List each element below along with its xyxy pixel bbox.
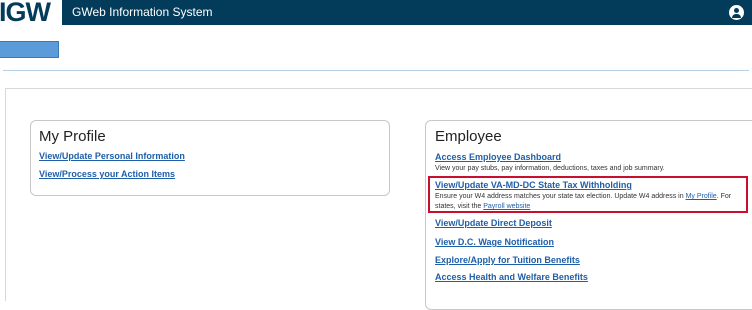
user-icon-head [734,8,739,13]
tax-desc-text3: states, visit the [435,203,484,210]
employee-title: Employee [435,128,502,145]
divider-line [3,70,749,71]
user-icon[interactable] [729,5,744,20]
tax-description-line2: states, visit the Payroll website [435,202,530,211]
logo-text: IGW [0,0,51,25]
top-bar: IGW GWeb Information System [0,0,752,25]
menu-button[interactable] [0,41,59,58]
view-update-direct-deposit-link[interactable]: View/Update Direct Deposit [435,218,552,229]
tax-description-line1: Ensure your W4 address matches your stat… [435,192,731,201]
my-profile-link[interactable]: My Profile [686,193,717,200]
tax-desc-text1: Ensure your W4 address matches your stat… [435,193,686,200]
state-tax-withholding-link[interactable]: View/Update VA-MD-DC State Tax Withholdi… [435,180,632,191]
explore-tuition-benefits-link[interactable]: Explore/Apply for Tuition Benefits [435,255,580,266]
view-process-action-items-link[interactable]: View/Process your Action Items [39,169,175,180]
app-title: GWeb Information System [72,5,213,19]
access-employee-dashboard-link[interactable]: Access Employee Dashboard [435,152,561,163]
gw-logo[interactable]: IGW [0,0,62,25]
view-dc-wage-notification-link[interactable]: View D.C. Wage Notification [435,237,554,248]
my-profile-title: My Profile [39,128,106,145]
tax-desc-text2: . For [716,193,732,200]
payroll-website-link[interactable]: Payroll website [483,203,530,210]
user-icon-shoulders [732,14,741,18]
view-update-personal-info-link[interactable]: View/Update Personal Information [39,151,185,162]
access-health-welfare-link[interactable]: Access Health and Welfare Benefits [435,272,588,283]
dashboard-description: View your pay stubs, pay information, de… [435,165,665,172]
